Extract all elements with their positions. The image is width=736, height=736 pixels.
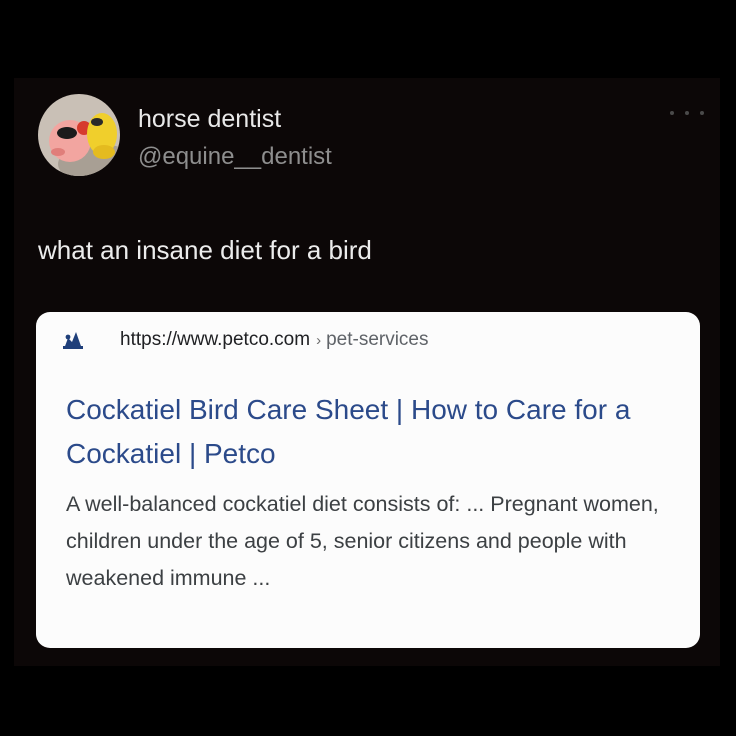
dot [670, 111, 674, 115]
breadcrumb-separator: › [316, 332, 322, 349]
breadcrumb-path[interactable]: pet-services [326, 329, 428, 350]
tweet: horse dentist @equine__dentist what an i… [14, 78, 720, 666]
result-url[interactable]: https://www.petco.com [120, 329, 310, 350]
more-options-icon[interactable] [670, 106, 704, 120]
user-handle[interactable]: @equine__dentist [138, 142, 332, 172]
search-result-card[interactable]: https://www.petco.com › pet-services Cocka… [36, 312, 700, 648]
result-title-link[interactable]: Cockatiel Bird Care Sheet | How to Care … [66, 388, 686, 476]
avatar[interactable] [38, 94, 120, 176]
petco-logo-icon [63, 332, 83, 349]
result-snippet: A well-balanced cockatiel diet consists … [66, 492, 659, 590]
dot [700, 111, 704, 115]
display-name[interactable]: horse dentist [138, 104, 281, 134]
result-source[interactable]: https://www.petco.com › pet-services [120, 328, 429, 353]
tweet-text: what an insane diet for a bird [38, 235, 372, 265]
dot [685, 111, 689, 115]
avatar-image [38, 94, 120, 176]
